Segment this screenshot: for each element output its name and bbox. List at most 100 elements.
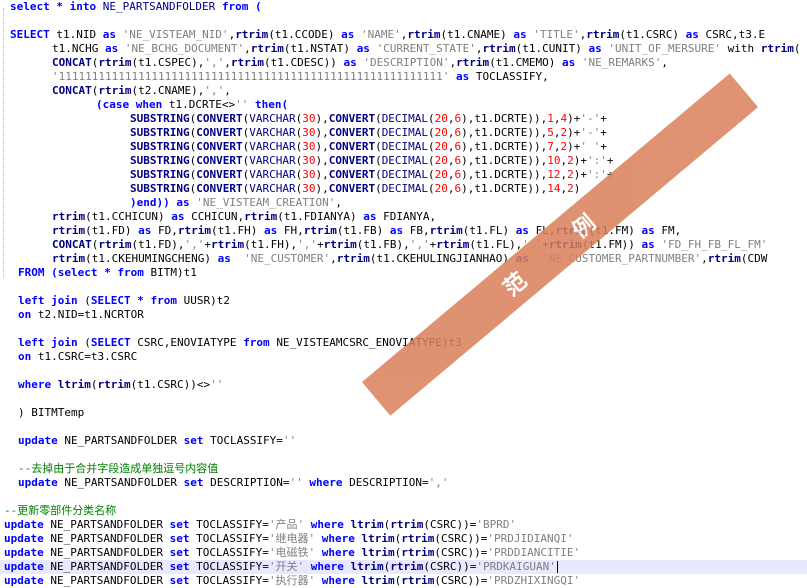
code-token: (: [375, 140, 382, 153]
code-token: ),t1.DCRTE)),: [461, 168, 548, 181]
code-token: rtrim: [250, 42, 284, 55]
code-token: t1.CSRC=t3.CSRC: [37, 350, 138, 363]
code-token: (CDW: [740, 252, 768, 265]
code-line[interactable]: FROM (select * from BITM)t1: [0, 266, 807, 280]
code-token: rtrim: [401, 574, 435, 587]
code-line[interactable]: left join (SELECT * from UUSR)t2: [0, 294, 807, 308]
code-line[interactable]: CONCAT(rtrim(t1.FD),','+rtrim(t1.FH),','…: [0, 238, 807, 252]
code-token: rtrim: [235, 28, 269, 41]
code-token: VARCHAR: [249, 168, 296, 181]
code-token: CONVERT: [328, 126, 376, 139]
code-line[interactable]: )end)) as 'NE_VISTEAM_CREATION',: [0, 196, 807, 210]
code-token: FDIANYA,: [383, 210, 437, 223]
code-token: VARCHAR: [249, 140, 296, 153]
code-token: FM,: [661, 224, 682, 237]
code-token: (CSRC))=: [434, 532, 488, 545]
code-line[interactable]: select * into NE_PARTSANDFOLDER from (: [0, 0, 807, 14]
code-token: '-': [580, 112, 601, 125]
code-line[interactable]: ) BITMTemp: [0, 406, 807, 420]
code-token: 20: [434, 182, 448, 195]
code-token: ,: [447, 126, 455, 139]
code-token: (CSRC))=: [434, 546, 488, 559]
code-token: rtrim: [586, 28, 620, 41]
code-token: +: [204, 238, 211, 251]
code-token: ,: [553, 112, 561, 125]
code-line[interactable]: SELECT t1.NID as 'NE_VISTEAM_NID',rtrim(…: [0, 28, 807, 42]
code-token: ltrim: [361, 546, 395, 559]
code-token: (: [428, 182, 435, 195]
code-line-current[interactable]: update NE_PARTSANDFOLDER set TOCLASSIFY=…: [0, 560, 807, 574]
code-token: ),t1.DCRTE)),: [461, 140, 548, 153]
code-token: NE_PARTSANDFOLDER: [64, 476, 184, 489]
code-line[interactable]: update NE_PARTSANDFOLDER set DESCRIPTION…: [0, 476, 807, 490]
code-token: FD,: [157, 224, 178, 237]
code-token: t1.NCHG: [52, 42, 105, 55]
code-token: SELECT: [90, 336, 138, 349]
code-token: BITM)t1: [150, 266, 197, 279]
code-token: CONVERT: [328, 154, 376, 167]
code-token: ,: [224, 84, 231, 97]
code-token: rtrim: [52, 224, 86, 237]
code-line[interactable]: rtrim(t1.FD) as FD,rtrim(t1.FH) as FH,rt…: [0, 224, 807, 238]
code-line[interactable]: CONCAT(rtrim(t2.CNAME),',',: [0, 84, 807, 98]
code-token: ,: [661, 56, 669, 69]
code-token: 20: [434, 112, 448, 125]
code-line[interactable]: update NE_PARTSANDFOLDER set TOCLASSIFY=…: [0, 518, 807, 532]
code-token: left join: [18, 336, 85, 349]
code-token: CONVERT: [328, 112, 376, 125]
code-token: rtrim: [230, 56, 264, 69]
code-line[interactable]: t1.NCHG as 'NE_BCHG_DOCUMENT',rtrim(t1.N…: [0, 42, 807, 56]
code-token: where: [315, 532, 362, 545]
code-token: 'TITLE': [533, 28, 580, 41]
code-token: as: [171, 210, 192, 223]
code-token: '': [235, 98, 249, 111]
code-token: 30: [302, 168, 316, 181]
code-token: FH,: [283, 224, 304, 237]
code-token: rtrim: [98, 84, 132, 97]
code-token: ltrim: [361, 532, 395, 545]
code-token: rtrim: [177, 224, 211, 237]
code-line[interactable]: rtrim(t1.CKEHUMINGCHENG) as 'NE_CUSTOMER…: [0, 252, 807, 266]
code-line[interactable]: SUBSTRING(CONVERT(VARCHAR(30),CONVERT(DE…: [0, 168, 807, 182]
code-token: as: [104, 42, 125, 55]
code-token: (t1.CCHICUN): [85, 210, 172, 223]
code-token: (t2.CNAME),: [131, 84, 205, 97]
code-line[interactable]: update NE_PARTSANDFOLDER set TOCLASSIFY=…: [0, 434, 807, 448]
code-token: 30: [302, 140, 316, 153]
code-token: 7: [547, 140, 554, 153]
code-token: with: [720, 42, 761, 55]
code-token: (t1.FH): [210, 224, 264, 237]
code-line[interactable]: on t2.NID=t1.NCRTOR: [0, 308, 807, 322]
code-token: ),t1.DCRTE)),: [461, 182, 548, 195]
code-token: (: [428, 154, 435, 167]
code-line[interactable]: '111111111111111111111111111111111111111…: [0, 70, 807, 84]
code-token: as: [263, 224, 284, 237]
code-token: ltrim: [57, 378, 91, 391]
code-token: ,: [553, 140, 561, 153]
code-token: rtrim: [97, 378, 131, 391]
sql-code-editor[interactable]: select * into NE_PARTSANDFOLDER from ( SE…: [0, 0, 807, 587]
code-line[interactable]: --去掉由于合并字段造成单独逗号内容值: [0, 462, 807, 476]
code-line[interactable]: SUBSTRING(CONVERT(VARCHAR(30),CONVERT(DE…: [0, 182, 807, 196]
code-line[interactable]: rtrim(t1.CCHICUN) as CCHICUN,rtrim(t1.FD…: [0, 210, 807, 224]
code-token: set: [169, 574, 197, 587]
code-line[interactable]: CONCAT(rtrim(t1.CSPEC),',',rtrim(t1.CDES…: [0, 56, 807, 70]
code-token: DECIMAL: [381, 126, 429, 139]
code-token: as: [515, 224, 536, 237]
code-token: as: [217, 252, 245, 265]
code-token: DESCRIPTION=: [210, 476, 290, 489]
code-token: (t1.FD),: [131, 238, 185, 251]
code-token: rtrim: [401, 546, 435, 559]
code-token: update: [4, 532, 51, 545]
code-token: (t1.CNAME): [440, 28, 514, 41]
code-token: ,: [447, 168, 455, 181]
code-line[interactable]: update NE_PARTSANDFOLDER set TOCLASSIFY=…: [0, 546, 807, 560]
code-token: (t1.CKEHULINGJIANHAO): [369, 252, 516, 265]
code-token: CONVERT: [196, 182, 243, 195]
code-line[interactable]: update NE_PARTSANDFOLDER set TOCLASSIFY=…: [0, 532, 807, 546]
code-token: as: [641, 224, 662, 237]
code-token: 2: [567, 154, 574, 167]
code-token: as: [341, 28, 362, 41]
code-line[interactable]: --更新零部件分类名称: [0, 504, 807, 518]
